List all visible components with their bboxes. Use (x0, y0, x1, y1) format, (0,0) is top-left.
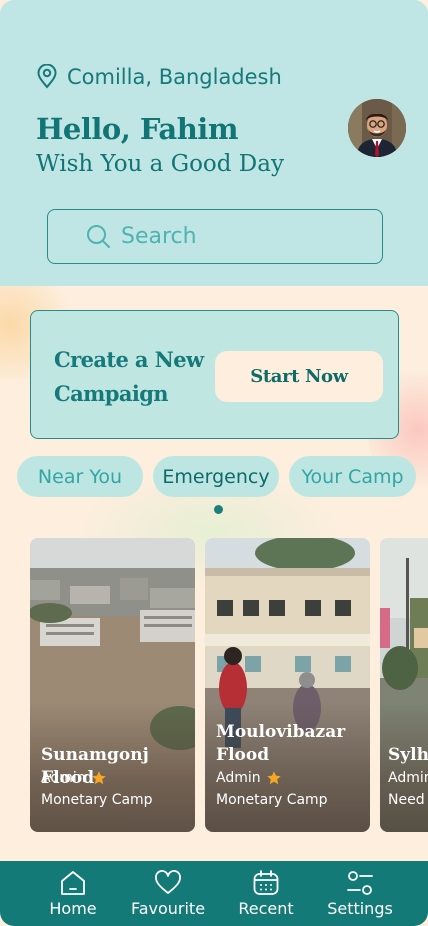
admin-label: Admin (216, 770, 261, 786)
greeting-title: Hello, Fahim (36, 112, 239, 146)
star-icon (91, 771, 106, 785)
filter-tabs: Near You Emergency Your Camp (17, 456, 428, 497)
nav-label: Settings (327, 899, 393, 918)
campaign-card[interactable]: Sylhet Flood Admin Need Volunteer (380, 538, 428, 832)
page-indicator-dot (214, 505, 223, 514)
banner-text: Create a New Campaign (54, 347, 204, 406)
location[interactable]: Comilla, Bangladesh (36, 64, 282, 89)
card-admin: Admin (388, 770, 428, 786)
campaign-card[interactable]: Sunamgonj Flood Admin Monetary Camp (30, 538, 195, 832)
heart-icon (155, 870, 181, 894)
card-title: Moulovibazar Flood (216, 722, 346, 765)
bottom-navigation: Home Favourite Recent Settings (0, 861, 428, 926)
nav-label: Recent (238, 899, 294, 918)
nav-label: Home (49, 899, 97, 918)
nav-item-home[interactable]: Home (40, 869, 106, 918)
nav-item-recent[interactable]: Recent (234, 869, 298, 918)
nav-item-favourite[interactable]: Favourite (128, 869, 208, 918)
card-title: Sylhet Flood (388, 745, 428, 765)
calendar-icon (253, 870, 279, 895)
tab-near-you[interactable]: Near You (17, 456, 143, 497)
avatar[interactable] (348, 99, 406, 157)
tab-your-camp[interactable]: Your Camp (289, 456, 416, 497)
nav-label: Favourite (130, 899, 206, 918)
star-icon (266, 771, 281, 785)
tab-emergency[interactable]: Emergency (153, 456, 279, 497)
location-pin-icon (37, 64, 57, 89)
search-input[interactable]: Search (47, 209, 383, 264)
card-type: Monetary Camp (41, 792, 153, 808)
home-icon (61, 871, 85, 895)
location-label: Comilla, Bangladesh (67, 64, 282, 89)
campaign-card[interactable]: Moulovibazar Flood Admin Monetary Camp (205, 538, 370, 832)
avatar-image (348, 99, 406, 157)
create-campaign-banner: Create a New Campaign Start Now (30, 310, 399, 439)
nav-item-settings[interactable]: Settings (324, 869, 396, 918)
search-placeholder: Search (121, 224, 197, 249)
admin-label: Admin (41, 770, 86, 786)
start-now-button[interactable]: Start Now (215, 351, 383, 402)
admin-label: Admin (388, 770, 428, 786)
card-admin: Admin (41, 770, 107, 786)
settings-icon (347, 871, 373, 895)
card-admin: Admin (216, 770, 282, 786)
greeting-subtitle: Wish You a Good Day (36, 151, 284, 177)
app-screen: Comilla, Bangladesh Hello, Fahim Wish Yo… (0, 0, 428, 926)
header: Comilla, Bangladesh Hello, Fahim Wish Yo… (0, 0, 428, 286)
card-type: Need Volunteer (388, 792, 428, 808)
card-type: Monetary Camp (216, 792, 328, 808)
card-overlay (380, 702, 428, 832)
search-icon (87, 225, 110, 248)
